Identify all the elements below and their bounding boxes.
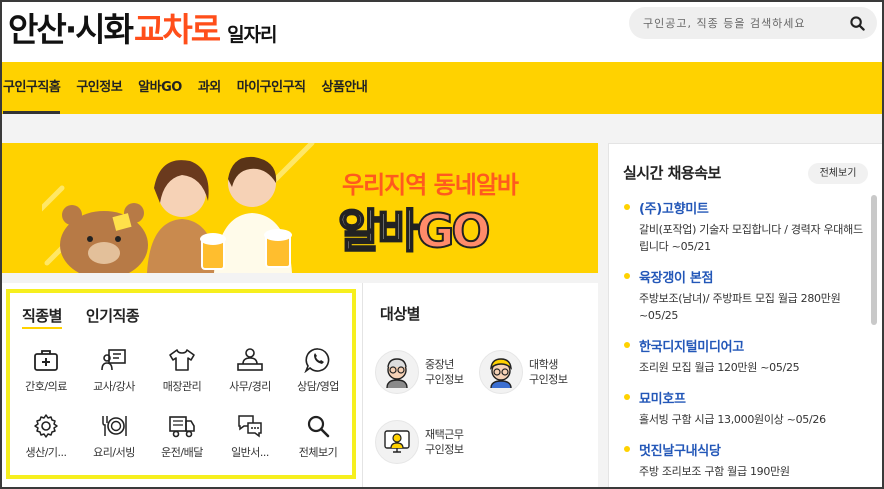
nav-item-tutoring[interactable]: 과외 [198,62,221,114]
target-senior-line1: 중장년 [425,358,454,371]
banner-logo: 알바GO [337,195,492,261]
job-description[interactable]: 홀서빙 구함 시급 13,000원이상 ~05/26 [639,411,869,428]
scrollbar-thumb[interactable] [871,195,877,325]
nav-item-job-info[interactable]: 구인정보 [76,62,122,114]
company-name[interactable]: (주)고향미트 [639,198,869,217]
category-production[interactable]: 생산/기... [12,413,80,473]
phone-bubble-icon [304,348,330,373]
target-panel: 대상별 중장년 구인정보 대학생 구인정보 재택근무 구인정보 [362,283,598,489]
tab-popular[interactable]: 인기직종 [86,305,140,326]
search-input[interactable] [643,16,843,30]
logo-service: 일자리 [227,24,277,46]
category-teacher[interactable]: 교사/강사 [80,347,148,407]
realtime-title: 실시간 채용속보 [623,164,721,182]
job-category-box: 직종별 인기직종 간호/의료 교사/강사 매장관리 사무/경리 상담/영업 생산… [6,289,356,479]
plate-cutlery-icon [102,416,127,436]
senior-avatar-icon [375,350,419,394]
chat-bubbles-icon [238,415,262,438]
nav-item-products[interactable]: 상품안내 [322,62,368,114]
job-description[interactable]: 주방 조리보조 구함 월급 190만원 [639,463,869,480]
search-icon[interactable] [850,16,865,31]
category-view-all[interactable]: 전체보기 [284,413,352,473]
site-logo[interactable]: 안산·시화 교차로 일자리 [8,3,278,51]
category-label: 일반서... [231,446,269,459]
bullet-icon [624,342,630,348]
banner-logo-go: GO [416,203,492,259]
target-remote-line1: 재택근무 [425,428,464,441]
gear-icon [34,414,58,438]
list-item[interactable]: 묘미호프 홀서빙 구함 시급 13,000원이상 ~05/26 [623,388,869,428]
list-item[interactable]: 육장갱이 본점 주방보조(남녀)/ 주방파트 모집 월급 280만원 ~05/2… [623,267,869,324]
target-student-line2: 구인정보 [529,373,568,386]
promo-banner[interactable]: 우리지역 동네알바 알바GO [2,143,598,273]
banner-illustration [42,143,315,273]
category-medical[interactable]: 간호/의료 [12,347,80,407]
target-title: 대상별 [380,305,420,323]
category-label: 운전/배달 [161,446,203,459]
category-label: 사무/경리 [229,380,271,393]
company-name[interactable]: 한국디지털미디어고 [639,336,869,355]
category-tabs: 직종별 인기직종 [22,305,163,329]
header: 안산·시화 교차로 일자리 [0,0,884,62]
truck-icon [169,416,195,438]
company-name[interactable]: 멋진날구내식당 [639,440,869,459]
medical-kit-icon [34,350,58,371]
search-icon [307,415,330,438]
teacher-board-icon [101,349,126,371]
category-label: 간호/의료 [25,380,67,393]
category-driving[interactable]: 운전/배달 [148,413,216,473]
realtime-jobs-panel: 실시간 채용속보 전체보기 (주)고향미트 갈비(포작업) 기술자 모집합니다 … [608,143,884,489]
category-label: 매장관리 [162,380,202,393]
company-name[interactable]: 묘미호프 [639,388,869,407]
bullet-icon [624,273,630,279]
shirt-icon [169,349,195,371]
target-remote-line2: 구인정보 [425,443,464,456]
search-bar [629,7,877,39]
target-student[interactable]: 대학생 구인정보 [479,350,568,394]
category-label: 전체보기 [298,446,338,459]
category-sales[interactable]: 상담/영업 [284,347,352,407]
category-label: 생산/기... [25,446,67,459]
main-nav: 구인구직홈 구인정보 알바GO 과외 마이구인구직 상품안내 [0,62,884,114]
bullet-icon [624,204,630,210]
job-description[interactable]: 조리원 모집 월급 120만원 ~05/25 [639,359,869,376]
student-avatar-icon [479,350,523,394]
target-senior-line2: 구인정보 [425,373,464,386]
category-label: 교사/강사 [93,380,135,393]
list-item[interactable]: (주)고향미트 갈비(포작업) 기술자 모집합니다 / 경력자 우대해드립니다 … [623,198,869,255]
logo-brand: 교차로 [133,10,221,49]
category-cooking[interactable]: 요리/서빙 [80,413,148,473]
bullet-icon [624,394,630,400]
office-worker-icon [237,348,263,371]
nav-item-my-jobs[interactable]: 마이구인구직 [237,62,306,114]
category-store[interactable]: 매장관리 [148,347,216,407]
realtime-feed: (주)고향미트 갈비(포작업) 기술자 모집합니다 / 경력자 우대해드립니다 … [623,198,869,489]
target-remote[interactable]: 재택근무 구인정보 [375,420,464,464]
logo-region: 안산·시화 [8,10,134,49]
nav-item-job-home[interactable]: 구인구직홈 [3,62,61,114]
category-label: 요리/서빙 [93,446,135,459]
company-name[interactable]: 육장갱이 본점 [639,267,869,286]
bullet-icon [624,446,630,452]
tab-by-category[interactable]: 직종별 [22,305,62,329]
view-all-button[interactable]: 전체보기 [808,163,868,184]
banner-logo-alba: 알바 [337,203,421,259]
job-description[interactable]: 갈비(포작업) 기술자 모집합니다 / 경력자 우대해드립니다 ~05/21 [639,221,869,255]
category-office[interactable]: 사무/경리 [216,347,284,407]
remote-work-icon [375,420,419,464]
target-student-line1: 대학생 [529,358,558,371]
nav-item-albago[interactable]: 알바GO [138,62,182,114]
category-label: 상담/영업 [297,380,339,393]
target-senior[interactable]: 중장년 구인정보 [375,350,464,394]
job-description[interactable]: 주방보조(남녀)/ 주방파트 모집 월급 280만원 ~05/25 [639,290,869,324]
list-item[interactable]: 멋진날구내식당 주방 조리보조 구함 월급 190만원 [623,440,869,480]
category-general-service[interactable]: 일반서... [216,413,284,473]
list-item[interactable]: 한국디지털미디어고 조리원 모집 월급 120만원 ~05/25 [623,336,869,376]
